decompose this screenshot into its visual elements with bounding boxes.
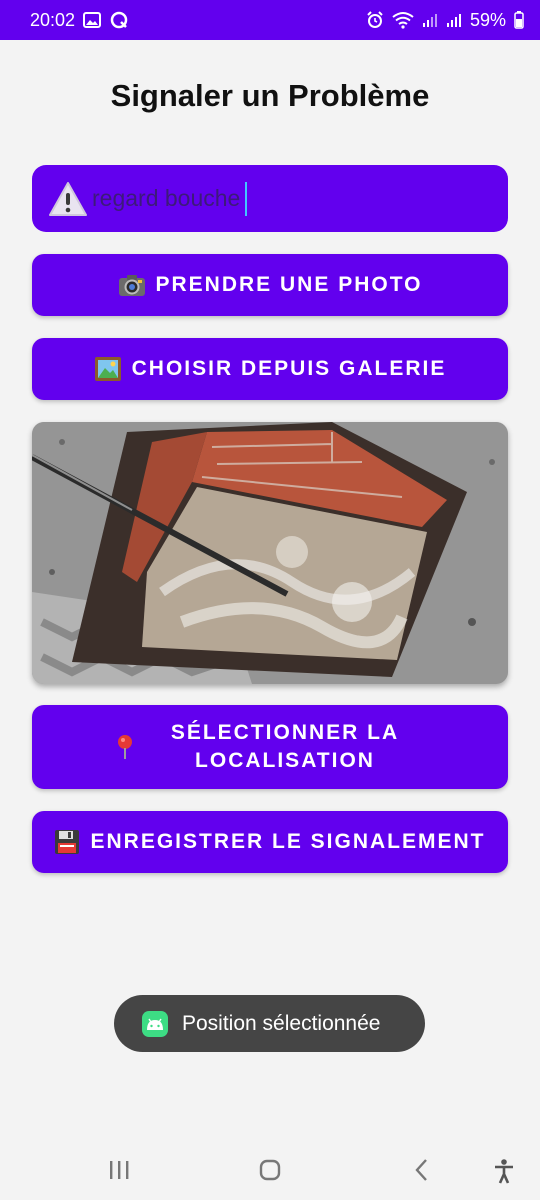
save-report-button[interactable]: ENREGISTRER LE SIGNALEMENT bbox=[32, 811, 508, 873]
android-icon bbox=[142, 1010, 168, 1037]
battery-percent: 59% bbox=[469, 9, 506, 30]
choose-gallery-button[interactable]: CHOISIR DEPUIS GALERIE bbox=[32, 338, 508, 400]
wifi-icon bbox=[392, 11, 414, 29]
signal-icon bbox=[422, 12, 438, 28]
gallery-icon bbox=[83, 12, 102, 28]
description-input-value: regard bouche bbox=[92, 185, 241, 211]
recent-apps-icon[interactable] bbox=[107, 1158, 131, 1182]
save-report-label: ENREGISTRER LE SIGNALEMENT bbox=[90, 830, 486, 853]
take-photo-button[interactable]: PRENDRE UNE PHOTO bbox=[32, 254, 508, 316]
toast-notification: Position sélectionnée bbox=[114, 995, 425, 1052]
status-bar: 20:02 59% bbox=[0, 0, 540, 40]
toast-message: Position sélectionnée bbox=[182, 1011, 381, 1035]
warning-icon bbox=[48, 181, 88, 217]
description-input[interactable]: regard bouche bbox=[32, 165, 508, 232]
pin-icon bbox=[115, 734, 135, 760]
take-photo-label: PRENDRE UNE PHOTO bbox=[155, 273, 423, 296]
status-time: 20:02 bbox=[30, 9, 76, 30]
battery-icon bbox=[514, 11, 524, 29]
status-left: 20:02 bbox=[30, 10, 129, 31]
home-icon[interactable] bbox=[258, 1158, 282, 1182]
text-caret bbox=[245, 181, 248, 216]
back-icon[interactable] bbox=[410, 1158, 434, 1182]
signal-icon bbox=[446, 12, 462, 28]
select-location-button[interactable]: SÉLECTIONNER LA LOCALISATION bbox=[32, 705, 508, 789]
alarm-icon bbox=[366, 11, 384, 29]
floppy-disk-icon bbox=[54, 829, 80, 855]
navigation-bar bbox=[0, 1140, 540, 1200]
q-app-icon bbox=[109, 10, 129, 30]
status-right: 59% bbox=[366, 10, 524, 31]
picture-icon bbox=[94, 356, 122, 382]
page-title: Signaler un Problème bbox=[110, 78, 430, 113]
select-location-label: SÉLECTIONNER LA LOCALISATION bbox=[170, 721, 400, 772]
camera-icon bbox=[118, 273, 146, 297]
photo-preview bbox=[32, 422, 508, 684]
photo-preview-image bbox=[32, 422, 508, 684]
accessibility-icon[interactable] bbox=[492, 1158, 516, 1184]
choose-gallery-label: CHOISIR DEPUIS GALERIE bbox=[131, 357, 447, 380]
